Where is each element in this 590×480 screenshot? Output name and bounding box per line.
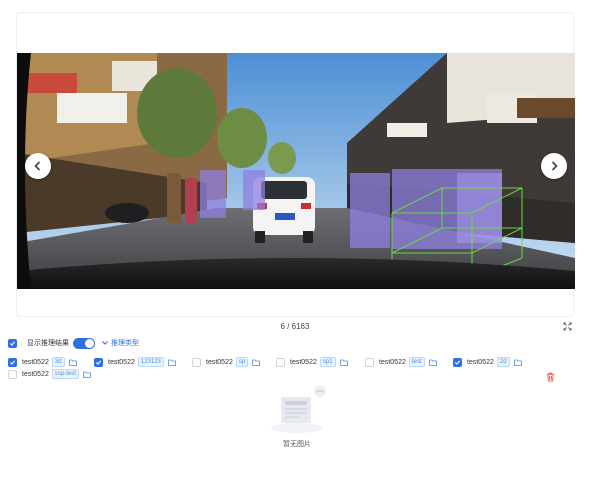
empty-state: 暂无图片: [262, 384, 332, 449]
task-name: test0522: [379, 358, 406, 366]
task-item[interactable]: test0522 2d: [453, 357, 522, 367]
chat-bubble-icon: [314, 385, 326, 397]
task-name: test0522: [22, 370, 49, 378]
folder-icon[interactable]: [252, 359, 261, 366]
task-tag: 2d: [496, 357, 510, 367]
task-item[interactable]: test0522 ssp-test: [8, 369, 91, 379]
folder-icon[interactable]: [68, 359, 77, 366]
task-item[interactable]: test0522 test: [365, 357, 437, 367]
inference-type-dropdown[interactable]: 推理类型: [111, 338, 139, 348]
task-tag: test: [408, 357, 425, 367]
task-name: test0522: [108, 358, 135, 366]
task-tag: ssp-test: [51, 369, 79, 379]
task-list-row: test0522 3d test0522 123123 test0522 sp test05…: [8, 357, 578, 368]
folder-icon[interactable]: [513, 359, 522, 366]
task-item[interactable]: test0522 sp: [192, 357, 261, 367]
task-item[interactable]: test0522 sp1: [276, 357, 348, 367]
task-name: test0522: [206, 358, 233, 366]
task-checkbox[interactable]: [365, 357, 374, 367]
fullscreen-icon[interactable]: [563, 322, 572, 331]
task-name: test0522: [290, 358, 317, 366]
folder-icon[interactable]: [339, 359, 348, 366]
trash-icon[interactable]: [546, 372, 555, 382]
chevron-right-icon: [551, 161, 558, 171]
task-list-row: test0522 ssp-test: [8, 369, 578, 380]
folder-icon[interactable]: [428, 359, 437, 366]
task-checkbox[interactable]: [8, 357, 17, 367]
empty-state-text: 暂无图片: [283, 441, 311, 448]
task-tag: sp: [235, 357, 249, 367]
folder-icon[interactable]: [167, 359, 176, 366]
street-image[interactable]: [17, 53, 575, 289]
show-inference-label: 显示推理结果: [27, 340, 69, 347]
folder-icon[interactable]: [82, 371, 91, 378]
task-tag: sp1: [319, 357, 336, 367]
inference-controls: 显示推理结果 推理类型: [8, 337, 139, 349]
page-counter: 6 / 6163: [280, 322, 310, 331]
next-image-button[interactable]: [541, 153, 567, 179]
task-name: test0522: [22, 358, 49, 366]
chevron-left-icon: [34, 161, 41, 171]
chevron-down-icon[interactable]: [101, 339, 109, 347]
task-checkbox[interactable]: [276, 357, 285, 367]
task-tag: 123123: [137, 357, 164, 367]
task-checkbox[interactable]: [192, 357, 201, 367]
previous-image-button[interactable]: [25, 153, 51, 179]
task-checkbox[interactable]: [94, 357, 103, 367]
task-item[interactable]: test0522 123123: [94, 357, 176, 367]
task-item[interactable]: test0522 3d: [8, 357, 77, 367]
show-inference-checkbox[interactable]: [8, 338, 17, 348]
task-name: test0522: [467, 358, 494, 366]
image-viewer-panel: [16, 12, 575, 317]
image-placeholder-icon: [271, 385, 326, 433]
task-tag: 3d: [51, 357, 65, 367]
task-checkbox[interactable]: [8, 369, 17, 379]
task-checkbox[interactable]: [453, 357, 462, 367]
show-inference-toggle[interactable]: [73, 337, 95, 349]
